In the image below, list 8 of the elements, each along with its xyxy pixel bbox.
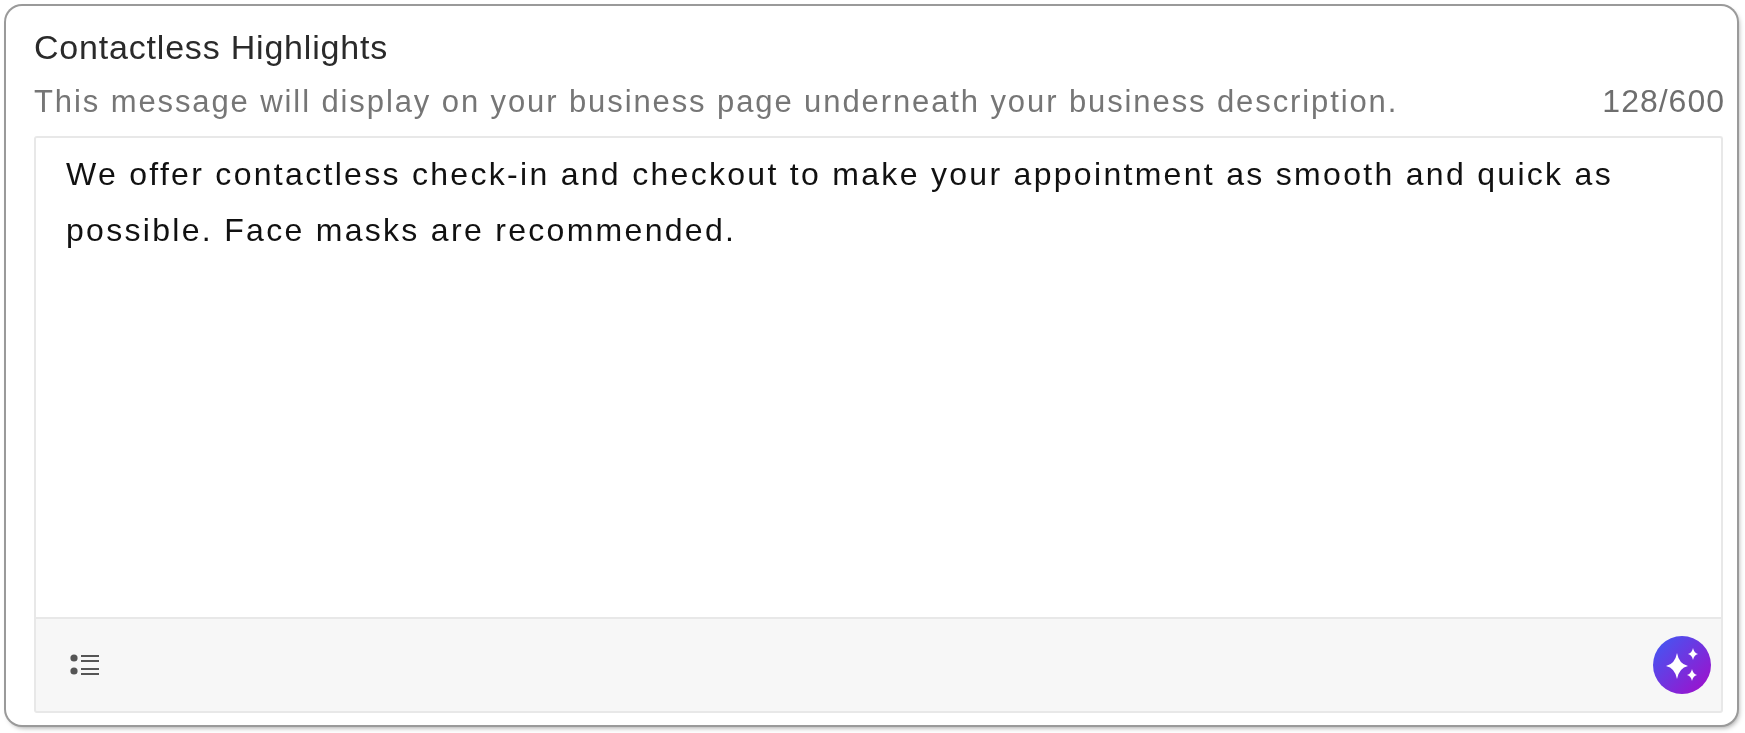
bullet-list-button[interactable] — [70, 652, 100, 678]
section-title: Contactless Highlights — [34, 28, 389, 67]
sparkle-icon — [1653, 636, 1711, 694]
bullet-list-icon — [70, 652, 100, 678]
description-text: This message will display on your business page underneath your business description. — [34, 84, 1399, 120]
message-field[interactable]: We offer contactless check-in and checkout to make your appointment as smooth and quick as possible. Face masks are recommended. — [34, 136, 1723, 617]
sparkle-button[interactable] — [1653, 636, 1711, 694]
character-counter: 128/600 — [1602, 83, 1725, 120]
